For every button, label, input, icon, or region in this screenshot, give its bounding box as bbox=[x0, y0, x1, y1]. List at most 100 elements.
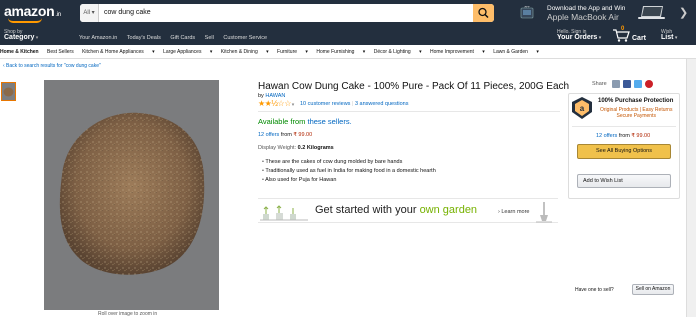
nav-link-sell[interactable]: Sell bbox=[205, 35, 214, 41]
search-icon bbox=[478, 7, 489, 19]
search-category-dropdown[interactable]: All ▾ bbox=[80, 4, 99, 22]
product-thumbnail[interactable] bbox=[1, 82, 16, 101]
category-best-sellers[interactable]: Best Sellers bbox=[47, 49, 74, 55]
garden-text-start: Get started with your bbox=[315, 204, 417, 216]
category-label: Lawn & Garden bbox=[493, 49, 528, 55]
buybox-offers-from: from bbox=[618, 133, 630, 139]
protection-title: 100% Purchase Protection bbox=[598, 98, 674, 104]
category-lawn-garden[interactable]: Lawn & Garden ▾ bbox=[493, 49, 539, 55]
offers-price: ₹ 99.00 bbox=[293, 132, 313, 138]
feature-bullet: These are the cakes of cow dung molded b… bbox=[262, 158, 436, 167]
add-to-wish-list-button[interactable]: Add to Wish List bbox=[577, 174, 671, 188]
nav-link-gift-cards[interactable]: Gift Cards bbox=[170, 35, 195, 41]
availability-prefix: Available from bbox=[258, 117, 306, 126]
nav-link-your-amazon[interactable]: Your Amazon.in bbox=[79, 35, 117, 41]
category-furniture[interactable]: Furniture ▾ bbox=[277, 49, 308, 55]
weight-value: 0.2 Kilograms bbox=[297, 145, 334, 151]
search-button[interactable] bbox=[473, 4, 494, 22]
category-label: Décor & Lighting bbox=[373, 49, 411, 55]
logo-text: amazon bbox=[4, 3, 55, 19]
category-bar: Home & Kitchen Best Sellers Kitchen & Ho… bbox=[0, 45, 696, 59]
category-decor-lighting[interactable]: Décor & Lighting ▾ bbox=[374, 49, 422, 55]
promo-line2: Apple MacBook Air bbox=[547, 12, 619, 22]
app-phone-icon: APP bbox=[520, 6, 534, 19]
logo-smile-icon bbox=[8, 18, 42, 23]
sell-prompt: Have one to sell? bbox=[575, 287, 614, 293]
customer-reviews-link[interactable]: 10 customer reviews bbox=[300, 101, 350, 107]
sell-on-amazon-button[interactable]: Sell on Amazon bbox=[632, 284, 674, 295]
search-input[interactable]: cow dung cake bbox=[104, 4, 151, 22]
search-category-label: All bbox=[83, 10, 90, 16]
shovel-icon bbox=[536, 202, 552, 223]
product-main-image[interactable] bbox=[44, 80, 219, 310]
share-label: Share bbox=[592, 81, 607, 87]
account-orders[interactable]: Hello. Sign in Your Orders ▾ bbox=[557, 29, 601, 41]
buybox-offers-count-link[interactable]: 12 offers bbox=[596, 133, 617, 139]
nav-link-todays-deals[interactable]: Today's Deals bbox=[127, 35, 161, 41]
category-home-improvement[interactable]: Home Improvement ▾ bbox=[430, 49, 485, 55]
facebook-share-icon[interactable] bbox=[623, 80, 631, 88]
cart-count: 0 bbox=[621, 26, 625, 32]
offers-count-link[interactable]: 12 offers bbox=[258, 132, 279, 138]
star-rating-icon: ★★½☆☆ bbox=[258, 99, 291, 108]
thumbnail-image bbox=[2, 83, 15, 100]
sellers-link[interactable]: these sellers. bbox=[307, 117, 351, 126]
garden-banner[interactable]: Get started with your own garden › Learn… bbox=[258, 198, 558, 223]
star-rating[interactable]: ★★½☆☆ ▾ bbox=[258, 99, 294, 108]
answered-questions-link[interactable]: 3 answered questions bbox=[355, 101, 409, 107]
svg-text:a: a bbox=[580, 104, 585, 113]
product-title: Hawan Cow Dung Cake - 100% Pure - Pack O… bbox=[258, 81, 570, 92]
chevron-down-icon: ▾ bbox=[35, 35, 39, 41]
laptop-icon bbox=[638, 6, 665, 19]
vertical-scrollbar[interactable] bbox=[686, 59, 696, 317]
back-to-results-link[interactable]: ‹ Back to search results for "cow dung c… bbox=[3, 63, 101, 69]
display-weight: Display Weight: 0.2 Kilograms bbox=[258, 145, 334, 151]
pinterest-share-icon[interactable] bbox=[645, 80, 653, 88]
garden-banner-text: Get started with your own garden bbox=[315, 204, 477, 216]
garden-learn-more[interactable]: › Learn more bbox=[498, 209, 530, 215]
cow-dung-cake-image bbox=[44, 80, 219, 310]
category-kitchen-home-appliances[interactable]: Kitchen & Home Appliances ▾ bbox=[82, 49, 155, 55]
category-label: Kitchen & Home Appliances bbox=[82, 49, 144, 55]
divider bbox=[258, 111, 560, 112]
chevron-down-icon: ▾ bbox=[290, 102, 295, 108]
weight-label: Display Weight: bbox=[258, 145, 297, 151]
wish-big: List bbox=[661, 34, 674, 41]
email-share-icon[interactable] bbox=[612, 80, 620, 88]
chevron-down-icon: ▾ bbox=[674, 35, 678, 41]
offers-line: 12 offers from ₹ 99.00 bbox=[258, 132, 312, 138]
garden-tools-icon bbox=[260, 205, 308, 221]
image-zoom-caption: Roll over image to zoom in bbox=[98, 311, 158, 317]
svg-text:APP: APP bbox=[524, 6, 529, 9]
category-home-furnishing[interactable]: Home Furnishing ▾ bbox=[316, 49, 365, 55]
category-label: Large Appliances bbox=[163, 49, 202, 55]
nav-links: Your Amazon.in Today's Deals Gift Cards … bbox=[79, 35, 275, 41]
wish-list-menu[interactable]: Wish List ▾ bbox=[661, 29, 677, 41]
offers-from: from bbox=[280, 132, 292, 138]
availability: Available from these sellers. bbox=[258, 117, 352, 126]
category-kitchen-dining[interactable]: Kitchen & Dining ▾ bbox=[221, 49, 269, 55]
app-promo[interactable]: Download the App and Win Apple MacBook A… bbox=[547, 4, 625, 22]
reviews-row: 10 customer reviews | 3 answered questio… bbox=[300, 101, 408, 107]
category-home-kitchen[interactable]: Home & Kitchen bbox=[0, 49, 39, 55]
category-large-appliances[interactable]: Large Appliances ▾ bbox=[163, 49, 212, 55]
see-all-buying-options-button[interactable]: See All Buying Options bbox=[577, 144, 671, 159]
feature-bullet: Also used for Puja for Hawan bbox=[262, 176, 436, 185]
category-label: Home Improvement bbox=[429, 49, 474, 55]
cart-label[interactable]: Cart bbox=[632, 35, 646, 42]
buybox-divider bbox=[572, 126, 676, 127]
amazon-logo[interactable]: amazon.in bbox=[4, 3, 61, 23]
buybox-offers-line: 12 offers from ₹ 99.00 bbox=[596, 133, 650, 139]
protection-details: Original Products | Easy Returns Secure … bbox=[600, 107, 672, 119]
protection-line2: Secure Payments bbox=[616, 113, 656, 119]
twitter-share-icon[interactable] bbox=[634, 80, 642, 88]
logo-suffix: .in bbox=[55, 12, 61, 18]
category-label: Home Furnishing bbox=[316, 49, 355, 55]
category-label: Kitchen & Dining bbox=[220, 49, 258, 55]
buybox-offers-price: ₹ 99.00 bbox=[631, 133, 651, 139]
account-big: Your Orders bbox=[557, 34, 598, 41]
nav-link-customer-service[interactable]: Customer Service bbox=[223, 35, 267, 41]
promo-next-chevron-icon[interactable]: ❯ bbox=[679, 6, 688, 19]
search-bar: All ▾ cow dung cake bbox=[80, 4, 494, 22]
shop-by-category[interactable]: Shop by Category ▾ bbox=[4, 29, 38, 41]
